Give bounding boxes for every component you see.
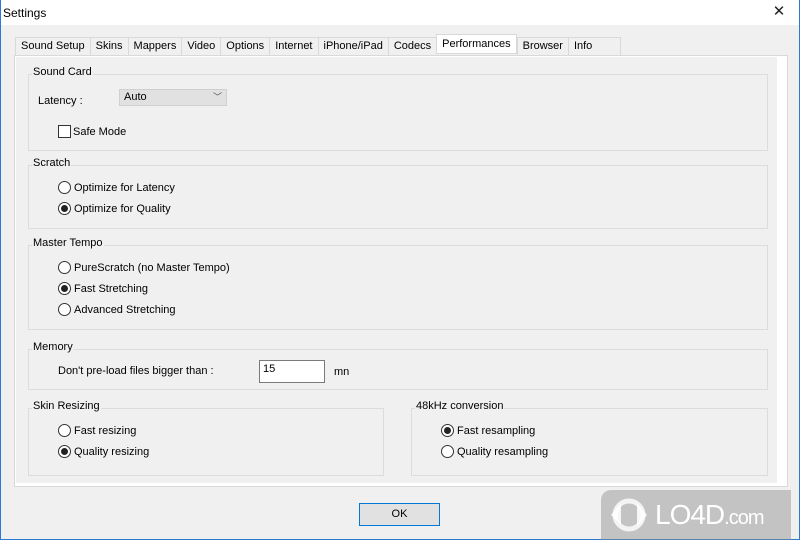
sound-card-title: Sound Card [32,66,93,78]
radio-label: Quality resizing [74,445,150,458]
radio-label: Quality resampling [457,445,549,458]
radio-button[interactable] [58,424,71,437]
scratch-group: Scratch Optimize for Latency Optimize fo… [28,157,768,229]
master-tempo-option-advanced[interactable]: Advanced Stretching [58,303,176,316]
tab-sound-setup[interactable]: Sound Setup [15,37,90,55]
radio-button[interactable] [441,445,454,458]
radio-button[interactable] [58,303,71,316]
radio-label: Fast resampling [457,424,536,437]
watermark-suffix: .com [724,507,764,529]
scratch-option-quality[interactable]: Optimize for Quality [58,202,171,215]
chevron-down-icon: ﹀ [212,92,222,102]
conversion-48khz-group: 48kHz conversion Fast resampling Quality… [411,400,768,476]
scratch-title: Scratch [32,157,72,169]
master-tempo-group: Master Tempo PureScratch (no Master Temp… [28,237,768,330]
master-tempo-title: Master Tempo [32,237,104,249]
tab-info[interactable]: Info [567,37,622,55]
tab-options[interactable]: Options [220,37,270,55]
radio-button-selected[interactable] [441,424,454,437]
safe-mode-checkbox[interactable] [58,125,71,138]
window-title: Settings [3,6,47,20]
conversion-48khz-title: 48kHz conversion [415,400,505,412]
latency-value: Auto [124,91,147,103]
preload-unit: mn [334,366,350,378]
lo4d-logo-icon [607,495,655,535]
radio-button[interactable] [58,261,71,274]
radio-label: Optimize for Latency [74,181,175,194]
tab-iphone-ipad[interactable]: iPhone/iPad [317,37,388,55]
title-bar: Settings ✕ [1,0,799,25]
tab-codecs[interactable]: Codecs [387,37,437,55]
radio-button-selected[interactable] [58,202,71,215]
master-tempo-option-fast[interactable]: Fast Stretching [58,282,148,295]
safe-mode-label: Safe Mode [73,126,127,138]
scratch-option-latency[interactable]: Optimize for Latency [58,181,175,194]
conversion-option-fast[interactable]: Fast resampling [441,424,535,437]
panel-content: Sound Card Latency : Auto ﹀ Safe Mode Sc… [16,57,777,483]
sound-card-group: Sound Card Latency : Auto ﹀ Safe Mode [28,66,768,151]
tab-browser[interactable]: Browser [516,37,568,55]
memory-group: Memory Don't pre-load files bigger than … [28,341,768,390]
skin-resizing-title: Skin Resizing [32,400,101,412]
tab-performances[interactable]: Performances [436,34,517,54]
watermark-text: LO4D.com [655,499,765,531]
preload-label: Don't pre-load files bigger than : [58,365,214,377]
latency-select[interactable]: Auto ﹀ [119,89,227,106]
tab-skins[interactable]: Skins [89,37,128,55]
radio-label: Optimize for Quality [74,202,171,215]
skin-resizing-option-fast[interactable]: Fast resizing [58,424,136,437]
watermark-main: LO4D [655,499,725,530]
lo4d-watermark: LO4D.com [601,490,791,540]
skin-resizing-group: Skin Resizing Fast resizing Quality resi… [28,400,384,476]
settings-window: Settings ✕ Sound Setup Skins Mappers Vid… [0,0,800,540]
radio-button-selected[interactable] [58,445,71,458]
tab-panel: Sound Card Latency : Auto ﹀ Safe Mode Sc… [14,55,788,487]
radio-button-selected[interactable] [58,282,71,295]
close-icon[interactable]: ✕ [769,3,789,21]
latency-label: Latency : [38,95,83,107]
tab-video[interactable]: Video [181,37,221,55]
master-tempo-option-purescratch[interactable]: PureScratch (no Master Tempo) [58,261,230,274]
preload-size-input[interactable]: 15 [259,360,325,383]
radio-button[interactable] [58,181,71,194]
radio-label: Advanced Stretching [74,303,176,316]
memory-title: Memory [32,341,74,353]
skin-resizing-option-quality[interactable]: Quality resizing [58,445,149,458]
tab-mappers[interactable]: Mappers [127,37,182,55]
tab-strip: Sound Setup Skins Mappers Video Options … [15,34,622,55]
radio-label: Fast Stretching [74,282,148,295]
radio-label: PureScratch (no Master Tempo) [74,261,230,274]
conversion-option-quality[interactable]: Quality resampling [441,445,548,458]
ok-button[interactable]: OK [359,503,440,526]
tab-internet[interactable]: Internet [269,37,318,55]
radio-label: Fast resizing [74,424,137,437]
